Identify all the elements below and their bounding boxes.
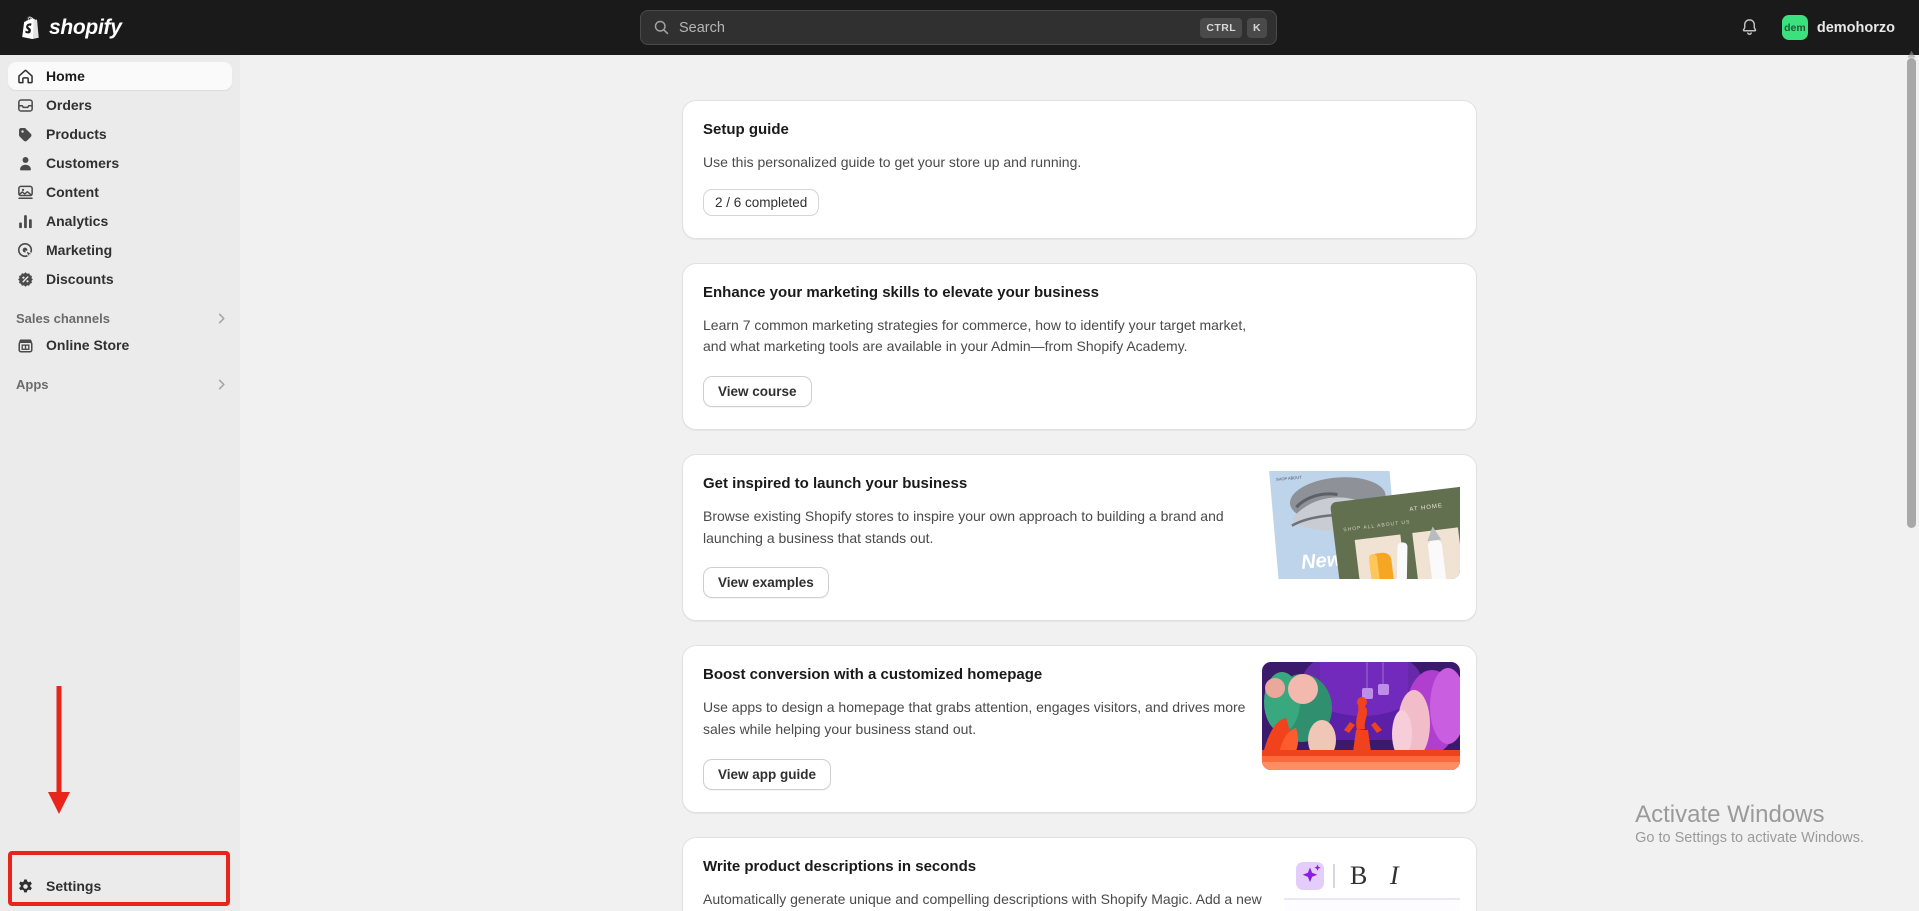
svg-text:I: I [1389, 861, 1400, 890]
sidebar-item-marketing[interactable]: Marketing [8, 236, 232, 264]
sidebar-item-label: Home [46, 68, 85, 84]
bar-chart-icon [16, 212, 35, 231]
sidebar-item-label: Orders [46, 97, 92, 113]
card-column: Setup guide Use this personalized guide … [682, 100, 1477, 911]
sidebar-item-label: Discounts [46, 271, 114, 287]
card-boost-conversion: Boost conversion with a customized homep… [682, 645, 1477, 812]
card-title: Enhance your marketing skills to elevate… [703, 284, 1456, 301]
section-title: Sales channels [16, 311, 110, 326]
sidebar-item-settings[interactable]: Settings [8, 871, 226, 901]
sidebar-item-label: Settings [46, 878, 101, 894]
sidebar-item-products[interactable]: Products [8, 120, 232, 148]
shopify-bag-icon [20, 15, 42, 40]
top-bar: shopify CTRL K dem demohorzo [0, 0, 1919, 55]
orders-inbox-icon [16, 96, 35, 115]
search-icon [653, 19, 670, 36]
gear-icon [16, 877, 35, 896]
sidebar-item-label: Content [46, 184, 99, 200]
sales-channels-section[interactable]: Sales channels [16, 307, 228, 329]
brand-name: shopify [49, 16, 122, 40]
view-app-guide-button[interactable]: View app guide [703, 759, 831, 790]
status-badge: 2 / 6 completed [703, 189, 819, 216]
apps-section[interactable]: Apps [16, 373, 228, 395]
card-text: Learn 7 common marketing strategies for … [703, 315, 1273, 358]
card-text: Browse existing Shopify stores to inspir… [703, 506, 1273, 549]
global-search[interactable]: CTRL K [640, 10, 1277, 45]
storefront-icon [16, 336, 35, 355]
home-icon [16, 67, 35, 86]
section-title: Apps [16, 377, 49, 392]
shortcut-ctrl: CTRL [1200, 18, 1242, 38]
sidebar-item-home[interactable]: Home [8, 62, 232, 90]
account-menu-button[interactable]: dem demohorzo [1776, 11, 1901, 44]
person-icon [16, 154, 35, 173]
content-image-icon [16, 183, 35, 202]
bell-icon[interactable] [1739, 17, 1760, 38]
sidebar-item-customers[interactable]: Customers [8, 149, 232, 177]
chevron-right-icon [215, 378, 228, 391]
view-course-button[interactable]: View course [703, 376, 812, 407]
card-text: Use this personalized guide to get your … [703, 152, 1273, 174]
card-text: Use apps to design a homepage that grabs… [703, 697, 1273, 740]
shopify-magic-editor-thumbnail: B I [1262, 838, 1460, 911]
target-cursor-icon [16, 241, 35, 260]
chevron-right-icon [215, 312, 228, 325]
shortcut-k: K [1247, 18, 1267, 38]
card-text: Automatically generate unique and compel… [703, 889, 1273, 911]
sidebar-item-analytics[interactable]: Analytics [8, 207, 232, 235]
svg-text:B: B [1350, 861, 1367, 890]
avatar: dem [1782, 15, 1808, 40]
store-examples-thumbnail: New SHOP ABOUT AT HOME SHOP ALL ABOUT US [1262, 471, 1460, 579]
card-marketing-course: Enhance your marketing skills to elevate… [682, 263, 1477, 430]
sidebar-item-label: Analytics [46, 213, 108, 229]
account-name: demohorzo [1817, 20, 1895, 36]
sidebar-item-content[interactable]: Content [8, 178, 232, 206]
card-setup-guide: Setup guide Use this personalized guide … [682, 100, 1477, 239]
sidebar-item-label: Marketing [46, 242, 112, 258]
card-shopify-magic: Write product descriptions in seconds Au… [682, 837, 1477, 911]
sidebar-item-orders[interactable]: Orders [8, 91, 232, 119]
sidebar-item-discounts[interactable]: Discounts [8, 265, 232, 293]
discount-badge-icon [16, 270, 35, 289]
scrollbar-thumb[interactable] [1907, 58, 1916, 528]
page-scrollbar[interactable] [1907, 58, 1916, 908]
shopify-logo[interactable]: shopify [20, 15, 210, 40]
sidebar-item-label: Online Store [46, 337, 129, 353]
colorful-homepage-thumbnail [1262, 662, 1460, 770]
scroll-up-arrow-icon[interactable] [1907, 50, 1916, 59]
view-examples-button[interactable]: View examples [703, 567, 829, 598]
sidebar: Home Orders Products Customers Content [0, 55, 240, 911]
product-tag-icon [16, 125, 35, 144]
search-input[interactable] [679, 20, 1195, 36]
card-get-inspired: Get inspired to launch your business Bro… [682, 454, 1477, 621]
sidebar-item-label: Customers [46, 155, 119, 171]
card-title: Setup guide [703, 121, 1456, 138]
sidebar-item-label: Products [46, 126, 107, 142]
sidebar-item-online-store[interactable]: Online Store [8, 331, 232, 359]
main-content: Setup guide Use this personalized guide … [240, 55, 1919, 911]
annotation-arrow-icon [46, 686, 72, 816]
top-bar-right: dem demohorzo [1739, 0, 1901, 55]
